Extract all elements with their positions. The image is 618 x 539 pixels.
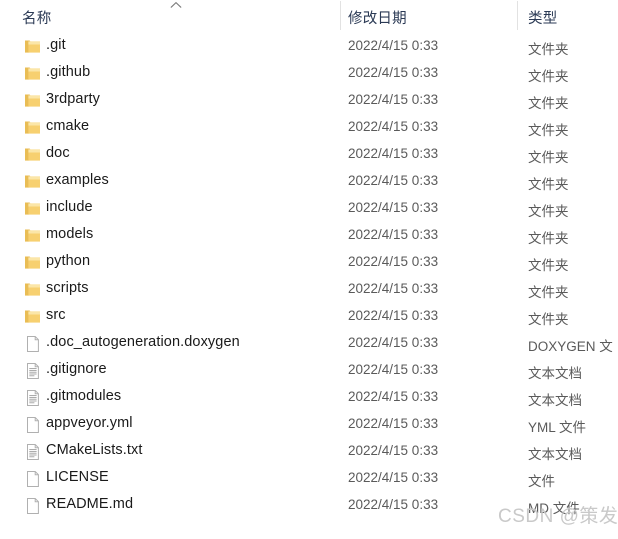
column-header-name[interactable]: 名称	[22, 7, 51, 28]
file-type: DOXYGEN 文	[528, 339, 613, 354]
file-name: python	[46, 253, 91, 269]
file-type: 文件夹	[528, 258, 569, 273]
file-date-modified: 2022/4/15 0:33	[348, 470, 439, 485]
file-type: 文件夹	[528, 312, 569, 327]
file-date-modified: 2022/4/15 0:33	[348, 119, 439, 134]
file-row[interactable]: .gitignore 2022/4/15 0:33 文本文档	[0, 357, 618, 384]
file-row[interactable]: .github 2022/4/15 0:33 文件夹	[0, 60, 618, 87]
file-type: 文本文档	[528, 447, 582, 462]
folder-icon	[24, 254, 41, 272]
folder-icon	[24, 308, 41, 326]
file-row[interactable]: 3rdparty 2022/4/15 0:33 文件夹	[0, 87, 618, 114]
file-name: examples	[46, 172, 109, 188]
file-name: LICENSE	[46, 469, 109, 485]
file-type: 文本文档	[528, 366, 582, 381]
file-row[interactable]: .git 2022/4/15 0:33 文件夹	[0, 33, 618, 60]
file-type: 文件夹	[528, 123, 569, 138]
file-date-modified: 2022/4/15 0:33	[348, 389, 439, 404]
folder-icon	[24, 200, 41, 218]
file-date-modified: 2022/4/15 0:33	[348, 146, 439, 161]
file-name: .git	[46, 37, 66, 53]
text-file-icon	[24, 362, 41, 380]
file-name: .gitignore	[46, 361, 107, 377]
folder-icon	[24, 92, 41, 110]
file-row[interactable]: include 2022/4/15 0:33 文件夹	[0, 195, 618, 222]
file-date-modified: 2022/4/15 0:33	[348, 227, 439, 242]
text-file-icon	[24, 389, 41, 407]
folder-icon	[24, 119, 41, 137]
file-type: 文件夹	[528, 150, 569, 165]
file-type: YML 文件	[528, 420, 587, 435]
file-row[interactable]: scripts 2022/4/15 0:33 文件夹	[0, 276, 618, 303]
file-row[interactable]: cmake 2022/4/15 0:33 文件夹	[0, 114, 618, 141]
text-file-icon	[24, 443, 41, 461]
folder-icon	[24, 281, 41, 299]
file-row[interactable]: CMakeLists.txt 2022/4/15 0:33 文本文档	[0, 438, 618, 465]
folder-icon	[24, 65, 41, 83]
chevron-up-icon	[170, 1, 182, 9]
file-row[interactable]: examples 2022/4/15 0:33 文件夹	[0, 168, 618, 195]
file-type: 文件夹	[528, 231, 569, 246]
file-date-modified: 2022/4/15 0:33	[348, 308, 439, 323]
file-name: models	[46, 226, 94, 242]
column-header-date-modified[interactable]: 修改日期	[348, 7, 407, 28]
file-name: scripts	[46, 280, 89, 296]
folder-icon	[24, 173, 41, 191]
file-date-modified: 2022/4/15 0:33	[348, 38, 439, 53]
header-divider[interactable]	[517, 1, 518, 30]
file-row[interactable]: .gitmodules 2022/4/15 0:33 文本文档	[0, 384, 618, 411]
file-date-modified: 2022/4/15 0:33	[348, 335, 439, 350]
file-name: CMakeLists.txt	[46, 442, 143, 458]
file-row[interactable]: models 2022/4/15 0:33 文件夹	[0, 222, 618, 249]
file-type: 文件夹	[528, 42, 569, 57]
folder-icon	[24, 227, 41, 245]
file-name: .gitmodules	[46, 388, 122, 404]
file-date-modified: 2022/4/15 0:33	[348, 173, 439, 188]
file-date-modified: 2022/4/15 0:33	[348, 497, 439, 512]
file-name: .github	[46, 64, 91, 80]
file-list-body: .git 2022/4/15 0:33 文件夹 .github 2022/4/15 0:…	[0, 33, 618, 519]
file-name: appveyor.yml	[46, 415, 133, 431]
column-header-type[interactable]: 类型	[528, 7, 557, 28]
file-date-modified: 2022/4/15 0:33	[348, 281, 439, 296]
file-row[interactable]: appveyor.yml 2022/4/15 0:33 YML 文件	[0, 411, 618, 438]
blank-file-icon	[24, 497, 41, 515]
file-name: 3rdparty	[46, 91, 100, 107]
file-date-modified: 2022/4/15 0:33	[348, 254, 439, 269]
file-type: 文件夹	[528, 96, 569, 111]
file-name: doc	[46, 145, 70, 161]
file-name: src	[46, 307, 66, 323]
file-row[interactable]: doc 2022/4/15 0:33 文件夹	[0, 141, 618, 168]
blank-file-icon	[24, 335, 41, 353]
file-row[interactable]: python 2022/4/15 0:33 文件夹	[0, 249, 618, 276]
file-type: 文件夹	[528, 177, 569, 192]
folder-icon	[24, 38, 41, 56]
file-name: README.md	[46, 496, 134, 512]
file-type: MD 文件	[528, 501, 580, 516]
file-date-modified: 2022/4/15 0:33	[348, 65, 439, 80]
file-row[interactable]: .doc_autogeneration.doxygen 2022/4/15 0:3…	[0, 330, 618, 357]
file-name: include	[46, 199, 93, 215]
file-type: 文件夹	[528, 69, 569, 84]
blank-file-icon	[24, 470, 41, 488]
folder-icon	[24, 146, 41, 164]
header-divider[interactable]	[340, 1, 341, 30]
file-row[interactable]: src 2022/4/15 0:33 文件夹	[0, 303, 618, 330]
file-type: 文件夹	[528, 285, 569, 300]
file-type: 文件夹	[528, 204, 569, 219]
file-type: 文本文档	[528, 393, 582, 408]
file-date-modified: 2022/4/15 0:33	[348, 200, 439, 215]
file-date-modified: 2022/4/15 0:33	[348, 362, 439, 377]
file-name: .doc_autogeneration.doxygen	[46, 334, 240, 350]
file-list-header: 名称 修改日期 类型	[0, 0, 618, 31]
file-date-modified: 2022/4/15 0:33	[348, 443, 439, 458]
blank-file-icon	[24, 416, 41, 434]
file-date-modified: 2022/4/15 0:33	[348, 92, 439, 107]
file-name: cmake	[46, 118, 90, 134]
file-date-modified: 2022/4/15 0:33	[348, 416, 439, 431]
file-type: 文件	[528, 474, 555, 489]
file-row[interactable]: README.md 2022/4/15 0:33 MD 文件	[0, 492, 618, 519]
file-row[interactable]: LICENSE 2022/4/15 0:33 文件	[0, 465, 618, 492]
